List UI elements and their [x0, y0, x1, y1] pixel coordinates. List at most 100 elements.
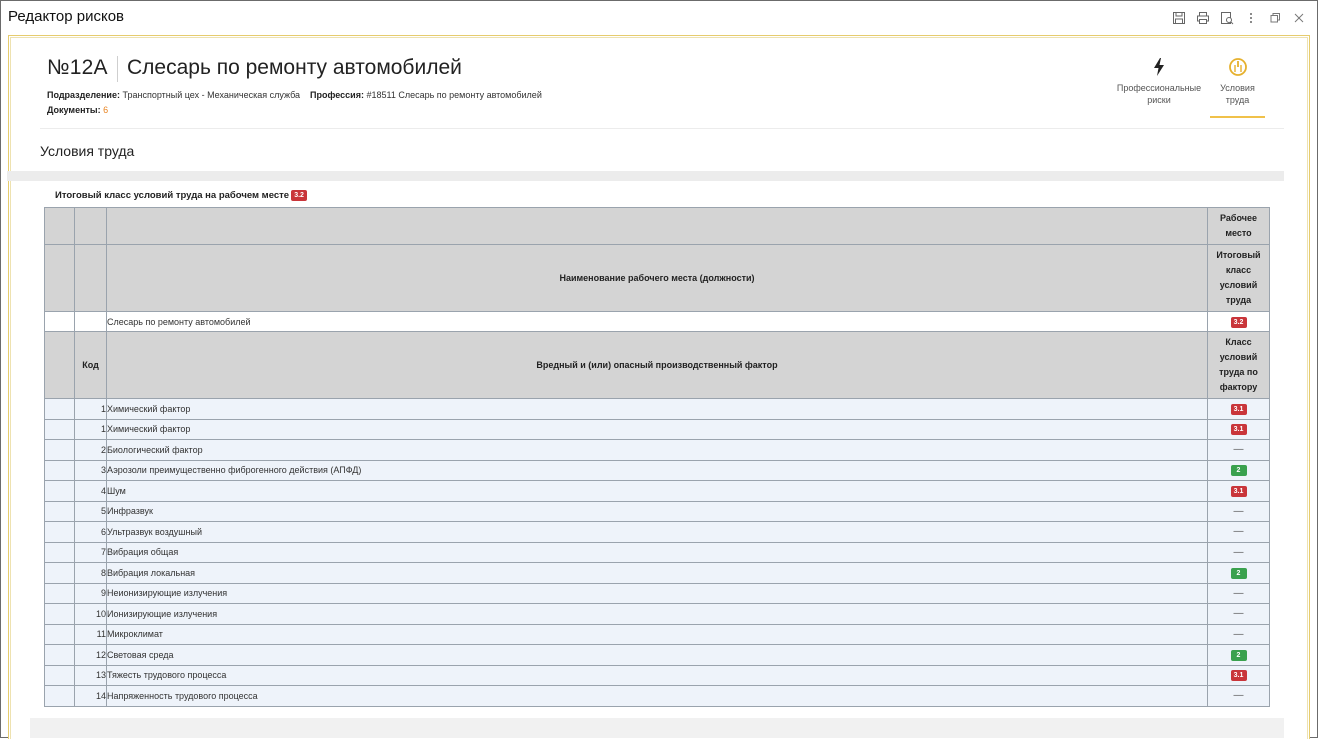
- factor-code: 3: [74, 459, 107, 481]
- table-cell: [44, 603, 75, 625]
- restore-icon[interactable]: [1263, 10, 1287, 26]
- final-class-summary: Итоговый класс условий труда на рабочем …: [55, 190, 308, 201]
- factor-name: Микроклимат: [106, 623, 1208, 645]
- class-badge: 3.2: [1230, 316, 1247, 328]
- division-label: Подразделение:: [47, 90, 120, 100]
- factor-class-cell: —: [1207, 521, 1270, 543]
- active-tab-indicator: [1210, 116, 1265, 118]
- factor-rows: 1 Химический фактор 3.1 1 Химический фактор 3…: [44, 398, 1270, 707]
- final-class-label: Итоговый класс условий труда на рабочем …: [55, 190, 290, 201]
- view-tabs: Профессиональные риски Условия труда: [1112, 56, 1277, 118]
- factor-class-cell: 2: [1207, 562, 1270, 584]
- factor-row[interactable]: 6 Ультразвук воздушный —: [44, 521, 1270, 543]
- workplace-row[interactable]: Слесарь по ремонту автомобилей 3.2: [44, 311, 1270, 332]
- factor-class-cell: 3.1: [1207, 480, 1270, 502]
- factor-name: Вибрация общая: [106, 541, 1208, 563]
- factor-name: Неионизирующие излучения: [106, 582, 1208, 604]
- table-cell: [44, 459, 75, 481]
- factor-row[interactable]: 1 Химический фактор 3.1: [44, 418, 1270, 440]
- table-header-row: Код Вредный и (или) опасный производстве…: [44, 331, 1270, 399]
- factor-name: Шум: [106, 480, 1208, 502]
- factor-row[interactable]: 14 Напряженность трудового процесса —: [44, 685, 1270, 707]
- header-workplace-name: Наименование рабочего места (должности): [106, 244, 1208, 312]
- table-cell: [44, 644, 75, 666]
- documents-count-link[interactable]: 6: [103, 105, 108, 115]
- header-code: Код: [74, 331, 107, 399]
- meta-line-1: Подразделение: Транспортный цех - Механи…: [47, 90, 542, 100]
- table-cell: [44, 562, 75, 584]
- header-empty-cell: [106, 207, 1208, 245]
- print-icon[interactable]: [1191, 10, 1215, 26]
- factor-code: 10: [74, 603, 107, 625]
- working-conditions-table: Рабочее место Наименование рабочего мест…: [44, 207, 1270, 707]
- factor-code: 8: [74, 562, 107, 584]
- header-empty-cell: [44, 244, 75, 312]
- title-bar-actions: [1167, 10, 1311, 26]
- tab-working-conditions-label-1: Условия: [1220, 83, 1255, 93]
- class-badge: 3.1: [1230, 403, 1247, 415]
- factor-class-cell: —: [1207, 500, 1270, 522]
- factor-name: Аэрозоли преимущественно фиброгенного де…: [106, 459, 1208, 481]
- header-empty-cell: [44, 207, 75, 245]
- factor-code: 4: [74, 480, 107, 502]
- class-badge: 2: [1230, 649, 1247, 661]
- factor-code: 6: [74, 521, 107, 543]
- factor-name: Инфразвук: [106, 500, 1208, 522]
- factor-name: Световая среда: [106, 644, 1208, 666]
- meta-line-2: Документы: 6: [47, 105, 108, 115]
- factor-name: Тяжесть трудового процесса: [106, 664, 1208, 686]
- factor-row[interactable]: 3 Аэрозоли преимущественно фиброгенного д…: [44, 459, 1270, 481]
- factor-row[interactable]: 11 Микроклимат —: [44, 623, 1270, 645]
- factor-row[interactable]: 10 Ионизирующие излучения —: [44, 603, 1270, 625]
- header-divider: [40, 128, 1284, 129]
- save-icon[interactable]: [1167, 10, 1191, 26]
- final-class-badge: 3.2: [291, 190, 308, 201]
- table-cell: [44, 664, 75, 686]
- factor-row[interactable]: 12 Световая среда 2: [44, 644, 1270, 666]
- factor-name: Напряженность трудового процесса: [106, 685, 1208, 707]
- factor-class-cell: 2: [1207, 644, 1270, 666]
- tab-working-conditions[interactable]: Условия труда: [1210, 56, 1265, 106]
- more-icon[interactable]: [1239, 10, 1263, 26]
- header-factor-class: Класс условий труда по фактору: [1207, 331, 1270, 399]
- table-cell: [74, 311, 107, 332]
- factor-row[interactable]: 13 Тяжесть трудового процесса 3.1: [44, 664, 1270, 686]
- factor-row[interactable]: 4 Шум 3.1: [44, 480, 1270, 502]
- factor-code: 14: [74, 685, 107, 707]
- factor-class-cell: 3.1: [1207, 418, 1270, 440]
- profession-value: #18511 Слесарь по ремонту автомобилей: [366, 90, 542, 100]
- workplace-class-cell: 3.2: [1207, 311, 1270, 332]
- factor-row[interactable]: 7 Вибрация общая —: [44, 541, 1270, 563]
- header-empty-cell: [44, 331, 75, 399]
- class-badge: 2: [1230, 465, 1247, 477]
- factor-name: Ионизирующие излучения: [106, 603, 1208, 625]
- table-cell: [44, 582, 75, 604]
- tab-professional-risks-label-1: Профессиональные: [1116, 83, 1202, 93]
- factor-class-cell: 3.1: [1207, 664, 1270, 686]
- factor-code: 9: [74, 582, 107, 604]
- close-icon[interactable]: [1287, 10, 1311, 26]
- preview-icon[interactable]: [1215, 10, 1239, 26]
- factor-class-cell: —: [1207, 582, 1270, 604]
- table-header-row: Наименование рабочего места (должности) …: [44, 244, 1270, 312]
- documents-label: Документы:: [47, 105, 101, 115]
- factor-row[interactable]: 9 Неионизирующие излучения —: [44, 582, 1270, 604]
- factor-row[interactable]: 5 Инфразвук —: [44, 500, 1270, 522]
- tab-working-conditions-label-2: труда: [1225, 95, 1250, 105]
- factor-name: Биологический фактор: [106, 439, 1208, 461]
- factor-row[interactable]: 8 Вибрация локальная 2: [44, 562, 1270, 584]
- factor-class-cell: —: [1207, 439, 1270, 461]
- factor-row[interactable]: 2 Биологический фактор —: [44, 439, 1270, 461]
- table-cell: [44, 623, 75, 645]
- header-empty-cell: [74, 207, 107, 245]
- table-cell: [44, 418, 75, 440]
- class-badge: 2: [1230, 567, 1247, 579]
- workplace-name: Слесарь по ремонту автомобилей: [106, 311, 1208, 332]
- title-bar: Редактор рисков: [1, 1, 1317, 35]
- header-empty-cell: [74, 244, 107, 312]
- table-cell: [44, 311, 75, 332]
- section-title: Условия труда: [40, 143, 135, 159]
- factor-row[interactable]: 1 Химический фактор 3.1: [44, 398, 1270, 420]
- table-cell: [44, 685, 75, 707]
- tab-professional-risks[interactable]: Профессиональные риски: [1112, 56, 1206, 106]
